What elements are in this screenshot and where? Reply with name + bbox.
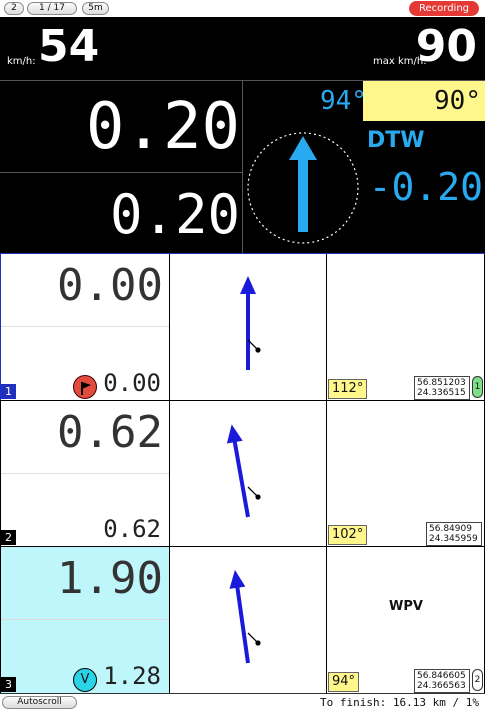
finish-distance: To finish: 16.13 km / 1% xyxy=(320,696,479,709)
current-heading: 94° xyxy=(320,86,367,116)
row-value-small: 1.28 xyxy=(103,662,161,690)
table-row[interactable]: 0.62 0.62 2 102° 56.84909 24.345959 xyxy=(0,400,485,546)
row-latitude: 56.84909 xyxy=(429,524,472,534)
waypoint-cell: 94° 56.846605 24.366563 2 WPV xyxy=(327,547,485,693)
row-value-big: 1.90 xyxy=(57,553,163,604)
row-value-big: 0.62 xyxy=(57,407,163,458)
row-index: 3 xyxy=(1,677,16,692)
row-index: 1 xyxy=(1,384,16,399)
wind-arrow-cell xyxy=(170,254,327,400)
row-heading: 102° xyxy=(328,525,368,545)
vmg-value-bottom: 0.20 xyxy=(109,183,240,246)
heading-arrow-icon xyxy=(289,136,317,232)
autoscroll-button[interactable]: Autoscroll xyxy=(2,696,77,709)
vmg-cell: 0.00 0.00 1 xyxy=(0,254,170,400)
compass-dial xyxy=(247,132,359,244)
instrument-panel: km/h: 54 max km/h: 90 0.20 0.20 94° 90° … xyxy=(0,17,485,253)
wpv-label: WPV xyxy=(389,599,423,614)
wind-arrow-icon xyxy=(240,276,261,370)
row-coordinates: 56.84909 24.345959 xyxy=(426,522,482,546)
row-index: 2 xyxy=(1,530,16,545)
time-range-button[interactable]: 5m xyxy=(82,2,109,15)
row-coordinates: 56.846605 24.366563 xyxy=(414,669,470,693)
wind-arrow-icon xyxy=(226,424,261,518)
vmg-cell: 0.62 0.62 2 xyxy=(0,401,170,546)
row-longitude: 24.336515 xyxy=(417,388,466,398)
wind-arrow-cell xyxy=(170,401,327,546)
waypoint-cell: 112° 56.851203 24.336515 1 xyxy=(327,254,485,400)
row-longitude: 24.345959 xyxy=(429,534,478,544)
wind-arrow-icon xyxy=(229,569,261,664)
flag-icon xyxy=(73,375,97,399)
vmg-value-top: 0.20 xyxy=(85,90,240,164)
row-value-big: 0.00 xyxy=(57,260,163,311)
valid-badge: V xyxy=(73,668,97,692)
dtw-value: -0.20 xyxy=(368,165,483,209)
row-heading: 112° xyxy=(328,379,368,399)
row-coordinates: 56.851203 24.336515 xyxy=(414,376,470,400)
target-heading-box: 90° xyxy=(363,81,485,121)
waypoint-cell: 102° 56.84909 24.345959 xyxy=(327,401,485,546)
side-knob[interactable]: 1 xyxy=(472,376,483,398)
bottom-bar: Autoscroll To finish: 16.13 km / 1% xyxy=(0,693,485,710)
recording-badge[interactable]: Recording xyxy=(409,1,479,16)
row-value-small: 0.62 xyxy=(103,515,161,543)
row-latitude: 56.846605 xyxy=(417,671,466,681)
row-longitude: 24.366563 xyxy=(417,681,466,691)
target-heading: 90° xyxy=(434,86,481,116)
dtw-label: DTW xyxy=(367,128,425,153)
row-value-small: 0.00 xyxy=(103,369,161,397)
wind-arrow-cell xyxy=(170,547,327,693)
row-heading: 94° xyxy=(328,672,360,692)
vmg-cell: 1.90 1.28 3 V xyxy=(0,547,170,693)
page-button[interactable]: 2 xyxy=(4,2,24,15)
counter-button[interactable]: 1 / 17 xyxy=(27,2,77,15)
table-row[interactable]: 1.90 1.28 3 V 94° 56.846605 24.366563 2 W… xyxy=(0,546,485,693)
speed-value: 54 xyxy=(38,21,100,72)
top-bar: 2 1 / 17 5m Recording xyxy=(0,0,485,17)
data-rows: 0.00 0.00 1 112° 56.851203 24.336515 1 0… xyxy=(0,253,485,693)
table-row[interactable]: 0.00 0.00 1 112° 56.851203 24.336515 1 xyxy=(0,253,485,400)
max-speed-value: 90 xyxy=(415,21,477,72)
side-knob[interactable]: 2 xyxy=(472,669,483,691)
speed-unit-label: km/h: xyxy=(7,56,36,67)
row-latitude: 56.851203 xyxy=(417,378,466,388)
